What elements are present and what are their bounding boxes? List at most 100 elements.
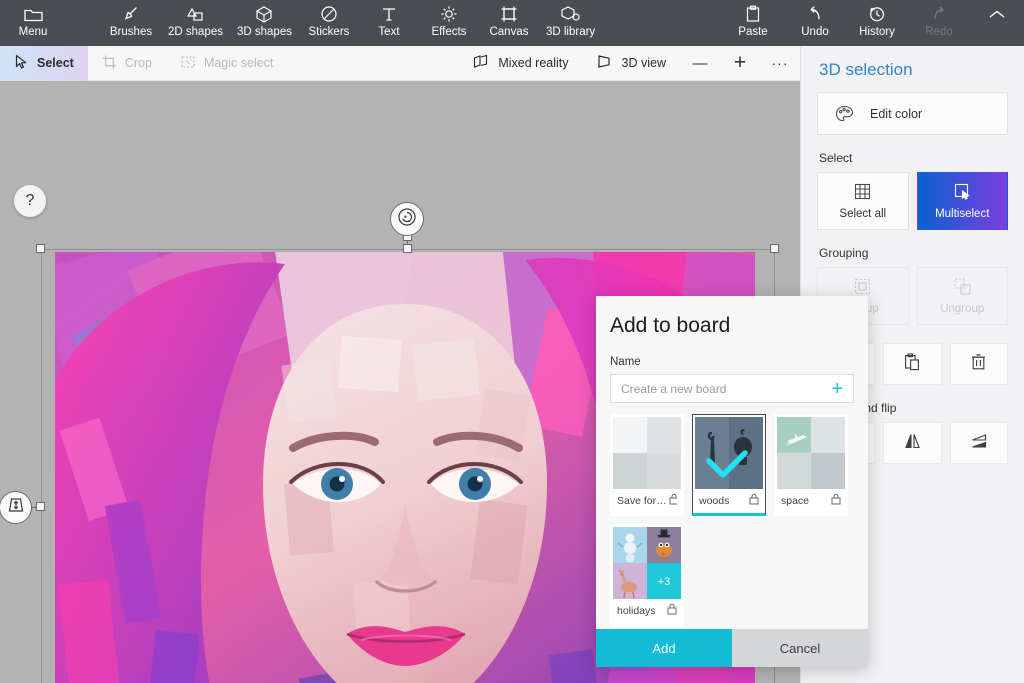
- tool-effects[interactable]: Effects: [426, 0, 472, 38]
- page-title: 3D selection: [819, 60, 913, 79]
- chevron-up-icon[interactable]: [978, 0, 1018, 38]
- board-caption: holidays: [613, 599, 681, 623]
- tool-stickers[interactable]: Stickers: [306, 0, 352, 38]
- flip-horizontal-icon: [903, 432, 922, 455]
- paste-icon: [745, 4, 761, 24]
- select-section-label: Select: [819, 151, 853, 165]
- canvas-icon: [500, 4, 518, 24]
- tool-label: Text: [378, 26, 400, 38]
- redo-button: Redo: [916, 0, 962, 38]
- multiselect-icon: [954, 183, 971, 203]
- plus-icon[interactable]: +: [829, 379, 845, 399]
- selection-handle-middle-left[interactable]: [36, 502, 45, 511]
- flip-vertical-icon: [969, 432, 989, 455]
- minus-icon: —: [692, 54, 708, 72]
- board-name-input[interactable]: [621, 381, 830, 396]
- selection-handle-top-left[interactable]: [36, 244, 45, 253]
- top-ribbon: Menu Brushes 2D shapes 3D shapes Sticker…: [0, 0, 1024, 46]
- 3d-shapes-icon: [255, 4, 273, 24]
- menu-label: Menu: [18, 26, 48, 38]
- action-label: Paste: [738, 26, 768, 38]
- toolbar-magic-select: Magic select: [166, 46, 287, 81]
- edit-color-button[interactable]: Edit color: [817, 92, 1008, 135]
- board-item[interactable]: +3 holidays: [610, 524, 684, 626]
- selection-handle-top-center[interactable]: [403, 244, 412, 253]
- toolbar-crop: Crop: [88, 46, 166, 81]
- ungroup-label: Ungroup: [940, 302, 985, 315]
- delete-button[interactable]: [949, 343, 1008, 385]
- tool-3d-shapes[interactable]: 3D shapes: [237, 0, 292, 38]
- text-icon: [380, 4, 398, 24]
- board-list: Save for lat...: [610, 414, 854, 626]
- name-field-wrapper[interactable]: +: [610, 374, 854, 403]
- cancel-button[interactable]: Cancel: [732, 629, 868, 667]
- paste-button[interactable]: [883, 343, 942, 385]
- mixed-reality-icon: [473, 54, 490, 72]
- tool-canvas[interactable]: Canvas: [486, 0, 532, 38]
- plus-icon: +: [733, 51, 747, 74]
- toolbar-select[interactable]: Select: [0, 45, 88, 81]
- tool-text[interactable]: Text: [366, 0, 412, 38]
- crop-icon: [102, 54, 117, 73]
- board-item-selected[interactable]: woods: [692, 414, 766, 516]
- tool-3d-library[interactable]: 3D library: [546, 0, 595, 38]
- folder-icon: [23, 4, 43, 24]
- rotate-handle[interactable]: [390, 202, 424, 236]
- depth-handle[interactable]: [0, 491, 32, 524]
- selection-handle-top-right[interactable]: [770, 244, 779, 253]
- palette-icon: [818, 105, 870, 123]
- cursor-icon: [14, 54, 29, 73]
- board-thumbnail: +3: [613, 527, 681, 599]
- paste-button[interactable]: Paste: [730, 0, 776, 38]
- add-to-board-dialog: Add to board Name +: [596, 296, 868, 667]
- board-item[interactable]: Save for lat...: [610, 414, 684, 516]
- dialog-body: Add to board Name +: [596, 296, 868, 629]
- toolbar-3d-view[interactable]: 3D view: [583, 46, 680, 81]
- board-caption: Save for lat...: [613, 489, 681, 513]
- zoom-out-button[interactable]: —: [680, 46, 720, 81]
- ungroup-icon: [954, 277, 971, 298]
- board-item[interactable]: space: [774, 414, 848, 516]
- lock-icon: [831, 493, 841, 508]
- tool-label: Canvas: [489, 26, 529, 38]
- select-tiles: Select all Multiselect: [817, 172, 1008, 230]
- tool-brushes[interactable]: Brushes: [108, 0, 154, 38]
- board-name: holidays: [617, 604, 656, 617]
- menu-button[interactable]: Menu: [10, 0, 56, 38]
- cancel-button-label: Cancel: [779, 640, 821, 656]
- undo-button[interactable]: Undo: [792, 0, 838, 38]
- help-button[interactable]: ?: [14, 185, 46, 217]
- flip-vertical-button[interactable]: [949, 422, 1008, 464]
- zoom-in-button[interactable]: +: [720, 46, 760, 81]
- depth-handle-icon: [5, 494, 27, 521]
- multiselect-button[interactable]: Multiselect: [916, 172, 1008, 230]
- select-all-button[interactable]: Select all: [817, 172, 909, 230]
- action-label: History: [859, 26, 895, 38]
- board-name: space: [781, 494, 810, 507]
- toolbar-mixed-reality[interactable]: Mixed reality: [459, 46, 582, 81]
- brush-icon: [122, 4, 140, 24]
- delete-icon: [971, 353, 986, 376]
- toolbar-label: Select: [37, 56, 74, 70]
- rotate-handle-icon: [396, 206, 418, 233]
- add-button[interactable]: Add: [596, 629, 732, 667]
- 3d-library-icon: [561, 4, 580, 24]
- lock-icon: [669, 493, 677, 508]
- select-all-icon: [854, 183, 871, 203]
- stickers-icon: [320, 4, 338, 24]
- tool-2d-shapes[interactable]: 2D shapes: [168, 0, 223, 38]
- tool-label: 3D shapes: [236, 26, 292, 38]
- tool-label: Effects: [431, 26, 467, 38]
- lock-icon: [749, 493, 759, 508]
- select-toolbar: Select Crop Magic select Mixed reality 3…: [0, 45, 800, 81]
- board-thumbnail: [613, 417, 681, 489]
- action-label: Undo: [801, 26, 829, 38]
- magic-select-icon: [180, 54, 196, 73]
- ribbon-left-group: Menu: [10, 0, 56, 38]
- undo-icon: [806, 4, 824, 24]
- more-options-button[interactable]: ···: [760, 46, 800, 81]
- board-caption: woods: [695, 489, 763, 513]
- history-button[interactable]: History: [854, 0, 900, 38]
- flip-horizontal-button[interactable]: [883, 422, 942, 464]
- tool-label: 3D library: [545, 26, 596, 38]
